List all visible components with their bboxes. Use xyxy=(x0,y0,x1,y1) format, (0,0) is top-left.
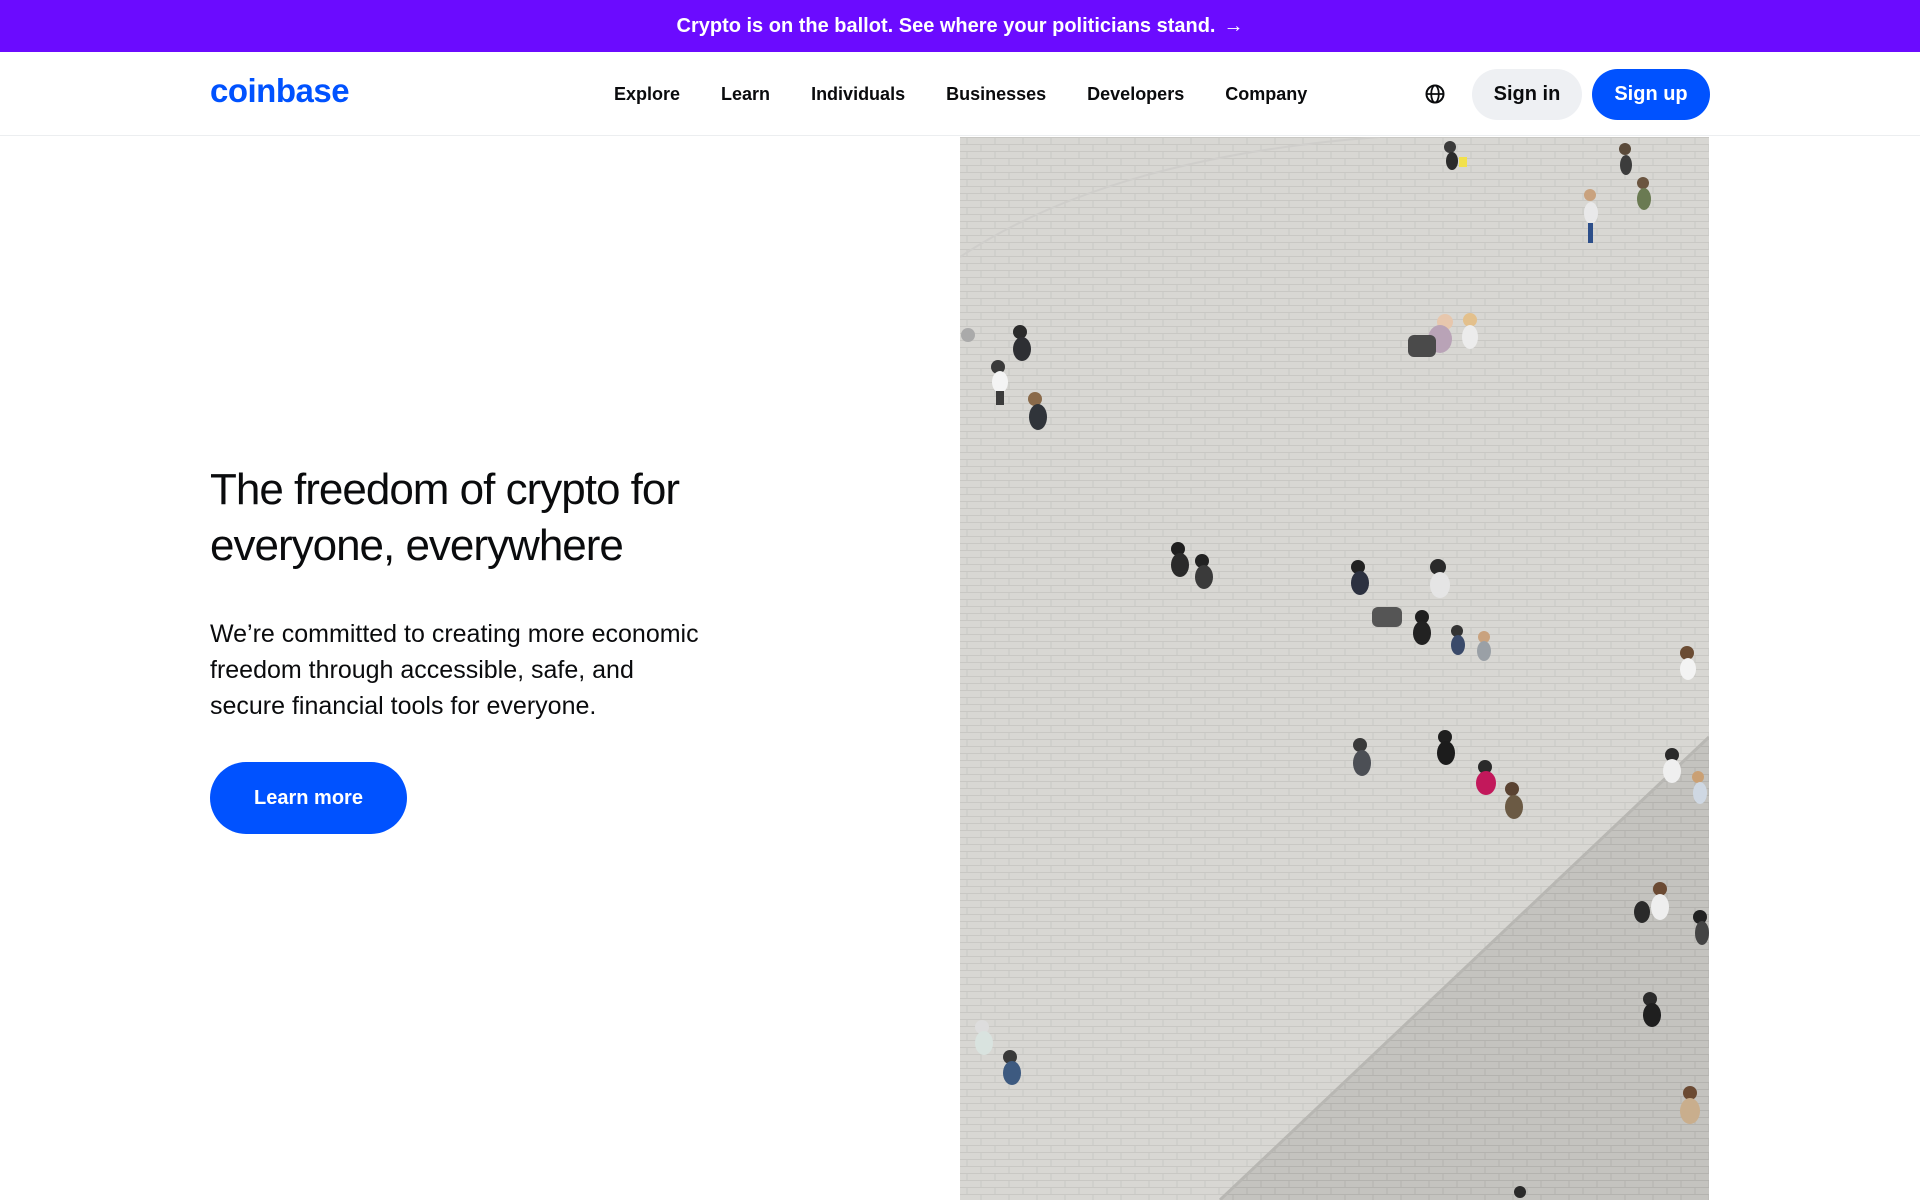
hero-body-line: We’re committed to creating more economi… xyxy=(210,620,699,648)
nav-company[interactable]: Company xyxy=(1225,84,1307,105)
hero-body-line: freedom through accessible, safe, and xyxy=(210,656,634,684)
coinbase-logo[interactable]: coinbase xyxy=(210,72,350,110)
hero-description: We’re committed to creating more economi… xyxy=(210,616,770,724)
announcement-banner[interactable]: Crypto is on the ballot. See where your … xyxy=(0,0,1920,52)
banner-text: Crypto is on the ballot. See where your … xyxy=(676,14,1216,37)
sign-in-button[interactable]: Sign in xyxy=(1472,69,1582,120)
hero-title-line: everyone, everywhere xyxy=(210,521,624,570)
hero-title-line: The freedom of crypto for xyxy=(210,465,680,514)
learn-more-button[interactable]: Learn more xyxy=(210,762,407,834)
main-nav: Explore Learn Individuals Businesses Dev… xyxy=(614,52,1348,136)
nav-explore[interactable]: Explore xyxy=(614,84,680,105)
globe-icon[interactable] xyxy=(1424,83,1446,105)
hero-image-crowd-aerial xyxy=(960,137,1709,1200)
hero-body-line: secure financial tools for everyone. xyxy=(210,692,597,720)
nav-learn[interactable]: Learn xyxy=(721,84,770,105)
nav-individuals[interactable]: Individuals xyxy=(811,84,905,105)
sign-up-button[interactable]: Sign up xyxy=(1592,69,1710,120)
nav-businesses[interactable]: Businesses xyxy=(946,84,1046,105)
nav-developers[interactable]: Developers xyxy=(1087,84,1184,105)
site-header: coinbase Explore Learn Individuals Busin… xyxy=(0,52,1920,136)
hero-title: The freedom of crypto for everyone, ever… xyxy=(210,462,770,574)
arrow-right-icon: → xyxy=(1223,14,1244,37)
